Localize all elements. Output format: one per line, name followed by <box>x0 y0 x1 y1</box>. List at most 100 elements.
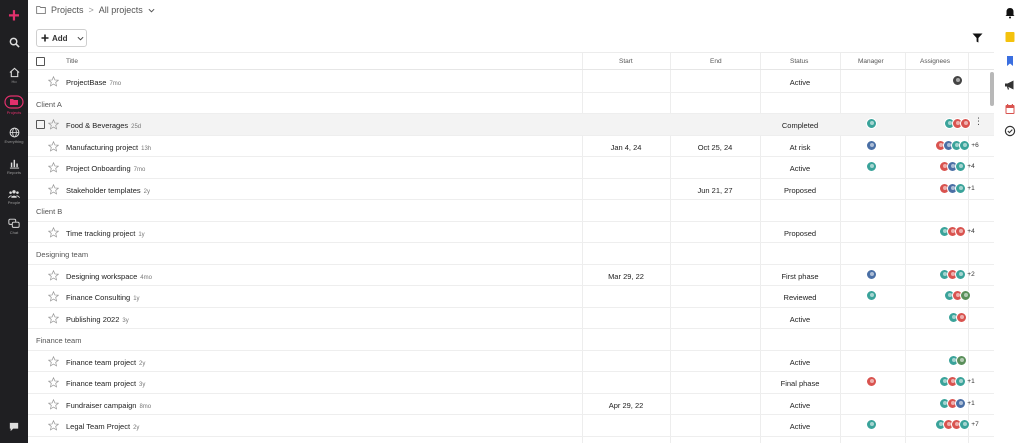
assignees-cell[interactable] <box>918 75 996 86</box>
sidebar-item-people[interactable]: People <box>0 188 28 205</box>
status-cell[interactable]: Active <box>760 401 840 410</box>
table-row[interactable]: ProjectBase 7mo Active <box>28 71 994 93</box>
sidebar-item-everything[interactable]: Everything <box>0 127 28 144</box>
status-cell[interactable]: Active <box>760 315 840 324</box>
assignees-cell[interactable]: +4 <box>918 225 996 237</box>
project-name[interactable]: Designing workspace <box>66 272 137 281</box>
megaphone-icon[interactable] <box>1004 79 1016 91</box>
project-title[interactable]: Fundraiser campaign 8mo <box>66 401 151 410</box>
project-name[interactable]: Finance team project <box>66 379 136 388</box>
column-title[interactable]: Title <box>66 58 78 65</box>
status-cell[interactable]: Reviewed <box>760 293 840 302</box>
breadcrumb-projects[interactable]: Projects <box>51 5 84 15</box>
sidebar-item-chat[interactable]: Chat <box>0 218 28 235</box>
row-checkbox[interactable] <box>36 120 45 129</box>
project-name[interactable]: Food & Beverages <box>66 121 128 130</box>
clock-check-icon[interactable] <box>1004 125 1016 137</box>
project-name[interactable]: Project Onboarding <box>66 164 131 173</box>
assignees-cell[interactable] <box>918 354 996 366</box>
start-date[interactable]: Apr 29, 22 <box>582 401 670 410</box>
project-title[interactable]: Legal Team Project 2y <box>66 422 139 431</box>
project-name[interactable]: Legal Team Project <box>66 422 130 431</box>
status-cell[interactable]: Active <box>760 78 840 87</box>
chevron-down-icon[interactable] <box>148 8 155 13</box>
project-title[interactable]: Food & Beverages 25d <box>66 121 141 130</box>
start-date[interactable]: Jan 4, 24 <box>582 143 670 152</box>
star-icon[interactable] <box>47 312 60 324</box>
status-cell[interactable]: Active <box>760 358 840 367</box>
project-name[interactable]: Finance Consulting <box>66 293 130 302</box>
table-row[interactable]: Finance team project 2y Active <box>28 351 996 372</box>
group-header[interactable]: Client B <box>28 200 994 222</box>
search-icon[interactable] <box>0 37 28 48</box>
table-row[interactable]: Fundraiser campaign 8mo Apr 29, 22 Active +1 <box>28 394 994 415</box>
select-all-checkbox[interactable] <box>36 57 45 66</box>
star-icon[interactable] <box>47 118 60 130</box>
column-end[interactable]: End <box>710 58 722 65</box>
status-cell[interactable]: At risk <box>760 143 840 152</box>
star-icon[interactable] <box>47 398 60 410</box>
star-icon[interactable] <box>47 419 60 431</box>
project-title[interactable]: Stakeholder templates 2y <box>66 186 150 195</box>
table-row[interactable]: Project Onboarding 7mo Active +4 <box>28 157 994 179</box>
project-title[interactable]: Project Onboarding 7mo <box>66 164 145 173</box>
column-start[interactable]: Start <box>619 58 633 65</box>
table-row[interactable]: Time tracking project 1y Proposed +4 <box>28 222 996 243</box>
table-row[interactable]: Manufacturing project 13h Jan 4, 24 Oct 25,… <box>28 136 996 157</box>
table-row[interactable]: Designing workspace 4mo Mar 29, 22 First ph… <box>28 265 994 286</box>
table-row[interactable]: Finance Consulting 1y Reviewed <box>28 286 994 308</box>
status-cell[interactable]: Proposed <box>760 229 840 238</box>
project-name[interactable]: Publishing 2022 <box>66 315 119 324</box>
project-title[interactable]: Designing workspace 4mo <box>66 272 152 281</box>
table-row[interactable]: Legal Team Project 2y Active +7 <box>28 415 994 437</box>
manager-avatar[interactable] <box>866 139 877 153</box>
group-header[interactable]: Finance team <box>28 329 994 351</box>
group-header[interactable]: Graphics team <box>28 437 994 443</box>
star-icon[interactable] <box>47 290 60 302</box>
manager-avatar[interactable] <box>866 290 877 303</box>
star-icon[interactable] <box>47 269 60 281</box>
filter-icon[interactable] <box>972 33 983 43</box>
project-title[interactable]: Time tracking project 1y <box>66 229 145 238</box>
status-cell[interactable]: Active <box>760 164 840 173</box>
status-cell[interactable]: Active <box>760 422 840 431</box>
group-header[interactable]: Client A <box>28 93 994 114</box>
assignees-cell[interactable]: +4 <box>918 161 996 172</box>
end-date[interactable]: Jun 21, 27 <box>670 186 760 195</box>
start-date[interactable]: Mar 29, 22 <box>582 272 670 281</box>
assignees-cell[interactable]: +7 <box>918 419 996 430</box>
star-icon[interactable] <box>47 376 60 388</box>
group-header[interactable]: Designing team <box>28 243 994 265</box>
project-name[interactable]: Manufacturing project <box>66 143 138 152</box>
create-plus-icon[interactable]: + <box>5 6 23 26</box>
project-title[interactable]: Finance Consulting 1y <box>66 293 140 302</box>
more-options-icon[interactable]: ⋮ <box>974 117 983 126</box>
table-row[interactable]: Food & Beverages 25d Completed ⋮ <box>28 114 994 136</box>
assignees-cell[interactable]: +6 <box>918 139 996 151</box>
project-name[interactable]: Finance team project <box>66 358 136 367</box>
status-cell[interactable]: Completed <box>760 121 840 130</box>
help-chat-icon[interactable] <box>0 422 28 432</box>
manager-avatar[interactable] <box>866 118 877 131</box>
calendar-icon[interactable] <box>1004 103 1016 115</box>
project-name[interactable]: Time tracking project <box>66 229 135 238</box>
scrollbar[interactable] <box>990 72 994 106</box>
sticky-note-icon[interactable] <box>1004 31 1016 43</box>
project-name[interactable]: ProjectBase <box>66 78 106 87</box>
star-icon[interactable] <box>47 75 60 87</box>
project-title[interactable]: Finance team project 3y <box>66 379 145 388</box>
project-name[interactable]: Fundraiser campaign <box>66 401 136 410</box>
column-status[interactable]: Status <box>790 58 808 65</box>
table-row[interactable]: Stakeholder templates 2y Jun 21, 27 Propose… <box>28 179 996 200</box>
table-row[interactable]: Publishing 2022 3y Active <box>28 308 994 329</box>
sidebar-item-projects[interactable]: Projects <box>0 95 28 115</box>
assignees-cell[interactable]: +1 <box>918 182 996 194</box>
chevron-down-icon[interactable] <box>77 36 84 41</box>
manager-avatar[interactable] <box>866 161 877 174</box>
star-icon[interactable] <box>47 183 60 195</box>
manager-avatar[interactable] <box>866 268 877 282</box>
project-title[interactable]: ProjectBase 7mo <box>66 78 121 87</box>
breadcrumb-all-projects[interactable]: All projects <box>99 5 143 15</box>
project-name[interactable]: Stakeholder templates <box>66 186 141 195</box>
star-icon[interactable] <box>47 161 60 173</box>
